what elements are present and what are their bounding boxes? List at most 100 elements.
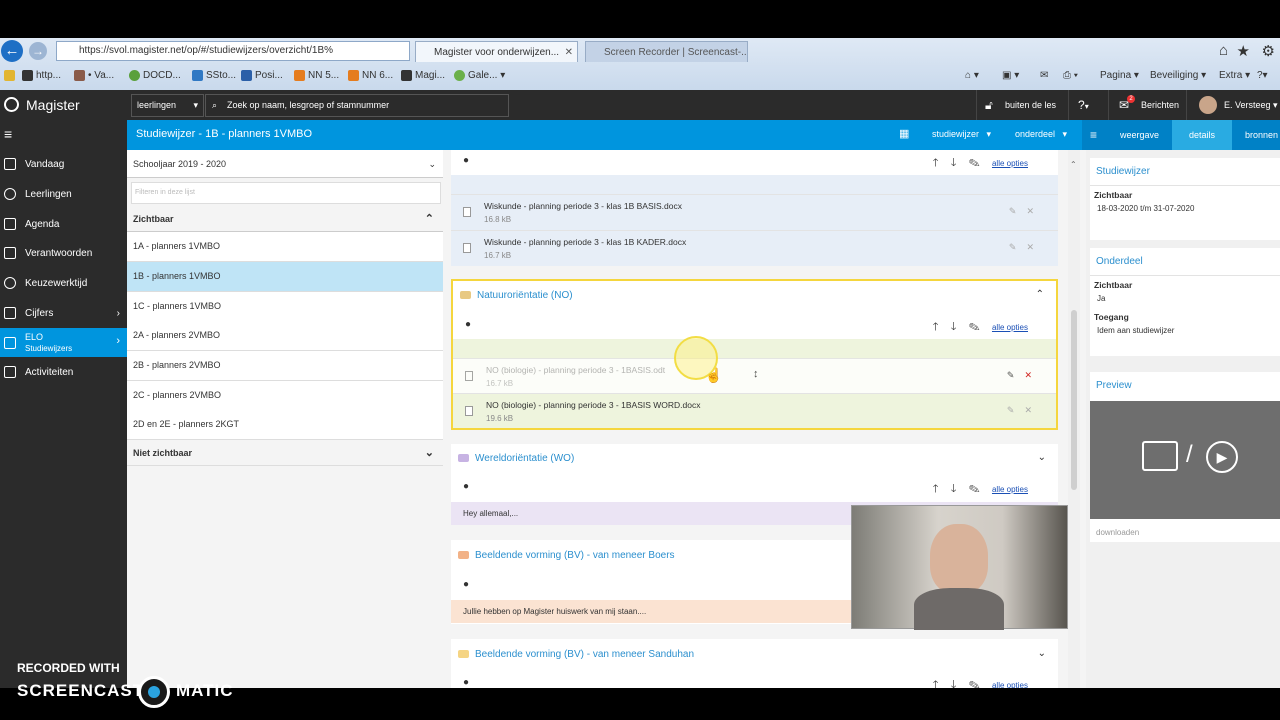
pencil-icon[interactable]: ✎ [1009,242,1027,252]
tab-bronnen[interactable]: bronnen [1232,120,1280,150]
pencil-icon[interactable]: ✎ [969,679,980,688]
onderdeel-title[interactable]: Natuuroriëntatie (NO) [477,290,573,301]
onderdeel-dropdown[interactable]: onderdeel ▾ [1015,129,1067,140]
scroll-up-icon[interactable]: ⌃ [1070,160,1077,169]
pencil-icon[interactable]: ✎ [1007,405,1025,415]
rss-icon[interactable]: ▣ ▾ [1002,68,1019,84]
address-bar[interactable]: https://svol.magister.net/op/#/studiewij… [56,41,410,61]
favorites-star-icon[interactable]: ★ [1237,42,1250,60]
sidebar-item-keuzewerktijd[interactable]: Keuzewerktijd [0,269,127,298]
pencil-icon[interactable]: ✎ [969,157,980,169]
close-tab-icon[interactable]: ✕ [565,42,573,62]
chevron-down-icon[interactable]: ⌄ [1038,452,1046,463]
delete-icon[interactable]: ✕ [1024,370,1042,380]
file-row[interactable]: Wiskunde - planning periode 3 - klas 1B … [451,230,1058,265]
favorite-item[interactable]: Gale... ▾ [454,68,505,84]
file-row[interactable]: NO (biologie) - planning periode 3 - 1BA… [453,393,1056,428]
list-item[interactable]: 2A - planners 2VMBO [127,321,443,351]
list-item-selected[interactable]: 1B - planners 1VMBO [127,262,443,292]
favorite-item[interactable]: SSto... [192,68,236,84]
arrow-down-icon[interactable]: 🡓 [951,321,957,333]
favorites-star-add-icon[interactable] [4,68,18,84]
choice-icon [4,277,16,289]
onderdeel-title[interactable]: Beeldende vorming (BV) - van meneer Boer… [475,550,675,561]
favorite-item[interactable]: http... [22,68,61,84]
sidebar-item-activiteiten[interactable]: Activiteiten [0,358,127,387]
arrow-up-icon[interactable]: 🡑 [933,679,939,688]
person-icon: ● [463,155,470,166]
forward-button[interactable]: → [29,42,47,60]
list-item[interactable]: 2C - planners 2VMBO [127,381,443,411]
search-input[interactable]: ⌕ Zoek op naam, lesgroep of stamnummer [205,94,509,117]
arrow-down-icon[interactable]: 🡓 [951,157,957,169]
favorite-item[interactable]: DOCD... [129,68,181,84]
arrow-down-icon[interactable]: 🡓 [951,483,957,495]
back-button[interactable]: ← [1,40,23,62]
list-item[interactable]: 2D en 2E - planners 2KGT [127,410,443,440]
pagina-menu[interactable]: Pagina ▾ [1100,68,1139,84]
filter-input[interactable]: Filteren in deze lijst [131,182,441,204]
hamburger-menu-icon[interactable]: ≡ [4,126,12,142]
scrollbar-thumb[interactable] [1071,310,1077,490]
arrow-down-icon[interactable]: 🡓 [951,679,957,688]
tab-details[interactable]: details [1172,120,1232,150]
print-icon[interactable]: ⎙ ▾ [1063,68,1078,84]
niet-zichtbaar-header[interactable]: Niet zichtbaar ⌄ [127,440,443,466]
file-row-dragging[interactable]: NO (biologie) - planning periode 3 - 1BA… [453,358,1056,393]
zichtbaar-header[interactable]: Zichtbaar ⌃ [127,206,443,232]
browser-tab[interactable]: Screen Recorder | Screencast-... [585,41,748,62]
arrow-up-icon[interactable]: 🡑 [933,321,939,333]
alle-opties-link[interactable]: alle opties [992,485,1028,494]
buiten-de-les-button[interactable]: 🔓︎ buiten de les [976,90,1064,120]
delete-icon[interactable]: ✕ [1026,206,1044,216]
delete-icon[interactable]: ✕ [1024,405,1042,415]
home-toolbar-icon[interactable]: ⌂ ▾ [965,68,979,84]
list-item[interactable]: 1A - planners 1VMBO [127,232,443,262]
sidebar-item-vandaag[interactable]: Vandaag [0,150,127,179]
alle-opties-link[interactable]: alle opties [992,159,1028,168]
help-menu-icon[interactable]: ?▾ [1068,90,1108,120]
pencil-icon[interactable]: ✎ [969,483,980,495]
alle-opties-link[interactable]: alle opties [992,681,1028,688]
schoolyear-select[interactable]: Schooljaar 2019 - 2020 ⌄ [127,150,443,178]
home-icon[interactable]: ⌂ [1219,42,1228,59]
file-row[interactable]: Wiskunde - planning periode 3 - klas 1B … [451,194,1058,229]
favorite-item[interactable]: NN 6... [348,68,393,84]
delete-icon[interactable]: ✕ [1026,242,1044,252]
drag-handle-icon[interactable]: ↕ [753,368,759,380]
list-item[interactable]: 1C - planners 1VMBO [127,292,443,322]
berichten-button[interactable]: ✉ 2 Berichten [1108,90,1186,120]
sidebar-item-elo[interactable]: ELO Studiewijzers › [0,328,127,357]
downloaden-link[interactable]: downloaden [1096,528,1139,537]
chevron-up-icon[interactable]: ⌃ [1036,289,1044,300]
favorite-item[interactable]: • Va... [74,68,114,84]
browser-tab-active[interactable]: Magister voor onderwijzen... ✕ [415,41,578,62]
sidebar-item-verantwoorden[interactable]: Verantwoorden [0,239,127,268]
help-icon[interactable]: ?▾ [1257,68,1268,84]
arrow-up-icon[interactable]: 🡑 [933,483,939,495]
extra-menu[interactable]: Extra ▾ [1219,68,1250,84]
content-scrollbar[interactable]: ⌃ [1068,150,1080,688]
favorite-item[interactable]: Magi... [401,68,445,84]
pencil-icon[interactable]: ✎ [969,321,980,333]
tab-weergave[interactable]: ≡ weergave [1082,120,1172,150]
arrow-up-icon[interactable]: 🡑 [933,157,939,169]
chevron-down-icon[interactable]: ⌄ [1038,648,1046,659]
pencil-icon[interactable]: ✎ [1007,370,1025,380]
sidebar-item-leerlingen[interactable]: Leerlingen [0,180,127,209]
search-scope-select[interactable]: leerlingen ▾ [131,94,204,117]
favorite-item[interactable]: Posi... [241,68,283,84]
user-menu[interactable]: E. Versteeg ▾ [1186,90,1280,120]
alle-opties-link[interactable]: alle opties [992,323,1028,332]
sidebar-item-cijfers[interactable]: Cijfers › [0,299,127,328]
onderdeel-title[interactable]: Beeldende vorming (BV) - van meneer Sand… [475,649,694,660]
pencil-icon[interactable]: ✎ [1009,206,1027,216]
settings-gear-icon[interactable]: ⚙ [1262,42,1275,60]
studiewijzer-dropdown[interactable]: studiewijzer ▾ [932,129,991,140]
sidebar-item-agenda[interactable]: Agenda [0,210,127,239]
beveiliging-menu[interactable]: Beveiliging ▾ [1150,68,1206,84]
favorite-item[interactable]: NN 5... [294,68,339,84]
onderdeel-title[interactable]: Wereldoriëntatie (WO) [475,453,574,464]
list-item[interactable]: 2B - planners 2VMBO [127,351,443,381]
mail-icon[interactable]: ✉ [1040,68,1048,84]
